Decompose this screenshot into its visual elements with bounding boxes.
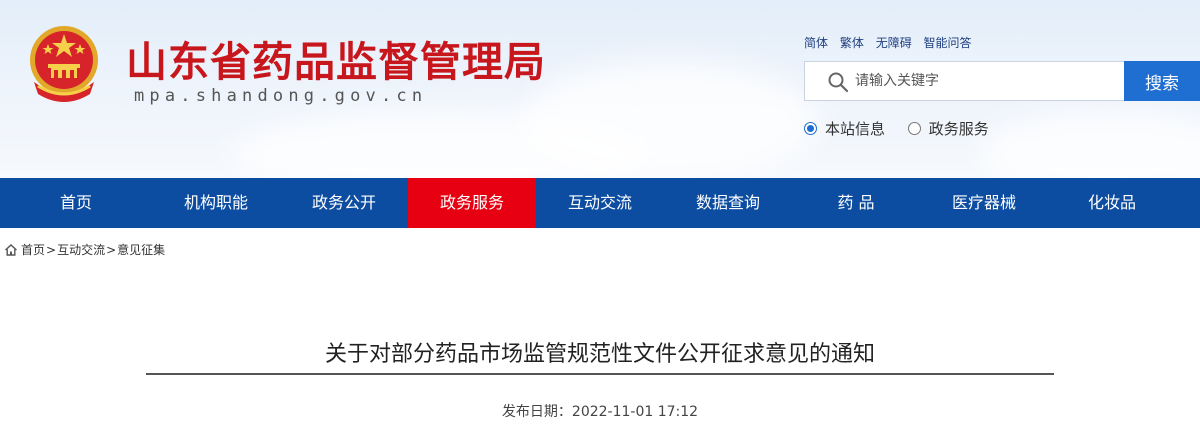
breadcrumb-separator: > [46,242,57,257]
top-link-simplified[interactable]: 简体 [804,36,828,50]
nav-item-gov-affairs[interactable]: 政务公开 [280,178,408,228]
article-title: 关于对部分药品市场监管规范性文件公开征求意见的通知 [324,342,875,367]
publish-date: 2022-11-01 17:12 [571,404,699,420]
breadcrumb-opinion-collection[interactable]: 意见征集 [117,241,165,258]
top-links: 简体 繁体 无障碍 智能问答 [804,34,980,51]
radio-site-info-label: 本站信息 [825,120,886,138]
nav-item-data-query[interactable]: 数据查询 [664,178,792,228]
top-link-traditional[interactable]: 繁体 [840,36,864,50]
breadcrumb-home[interactable]: 首页 [21,241,45,258]
top-link-smart-qa[interactable]: 智能问答 [924,36,972,50]
nav-item-home[interactable]: 首页 [0,178,152,228]
search-box [804,61,1125,101]
search-icon [828,72,849,93]
radio-gov-services[interactable]: 政务服务 [907,118,989,139]
top-link-accessibility[interactable]: 无障碍 [876,36,912,50]
header-cloud [980,110,1200,178]
radio-gov-services-label: 政务服务 [928,120,989,138]
site-domain: mpa.shandong.gov.cn [134,86,428,106]
nav-item-medical-devices[interactable]: 医疗器械 [920,178,1048,228]
search-input[interactable] [855,62,1120,100]
publish-label: 发布日期： [501,404,572,420]
radio-unchecked-icon[interactable] [907,122,921,135]
title-divider [146,373,1054,375]
radio-checked-icon[interactable] [804,122,817,135]
main-nav: 首页 机构职能 政务公开 政务服务 互动交流 数据查询 药 品 医疗器械 化妆品 [0,178,1200,228]
radio-site-info[interactable]: 本站信息 [804,118,885,139]
breadcrumb-separator: > [106,242,117,257]
breadcrumb-interaction[interactable]: 互动交流 [57,241,105,258]
site-title[interactable]: 山东省药品监督管理局 [126,28,546,88]
header-cloud [520,60,820,178]
nav-item-cosmetics[interactable]: 化妆品 [1048,178,1176,228]
home-icon [5,243,17,256]
nav-item-org-functions[interactable]: 机构职能 [152,178,280,228]
national-emblem-icon[interactable] [24,22,104,106]
nav-item-drugs[interactable]: 药 品 [792,178,920,228]
publish-info: 发布日期：2022-11-01 17:12 [146,401,1054,421]
breadcrumb: 首页 > 互动交流 > 意见征集 [4,241,165,258]
site-header: 山东省药品监督管理局 mpa.shandong.gov.cn 简体 繁体 无障碍… [0,0,1200,178]
nav-item-gov-services[interactable]: 政务服务 [408,178,536,228]
search-button[interactable]: 搜索 [1124,61,1200,101]
nav-item-interaction[interactable]: 互动交流 [536,178,664,228]
search-scope-radio-group: 本站信息 政务服务 [804,118,1007,139]
